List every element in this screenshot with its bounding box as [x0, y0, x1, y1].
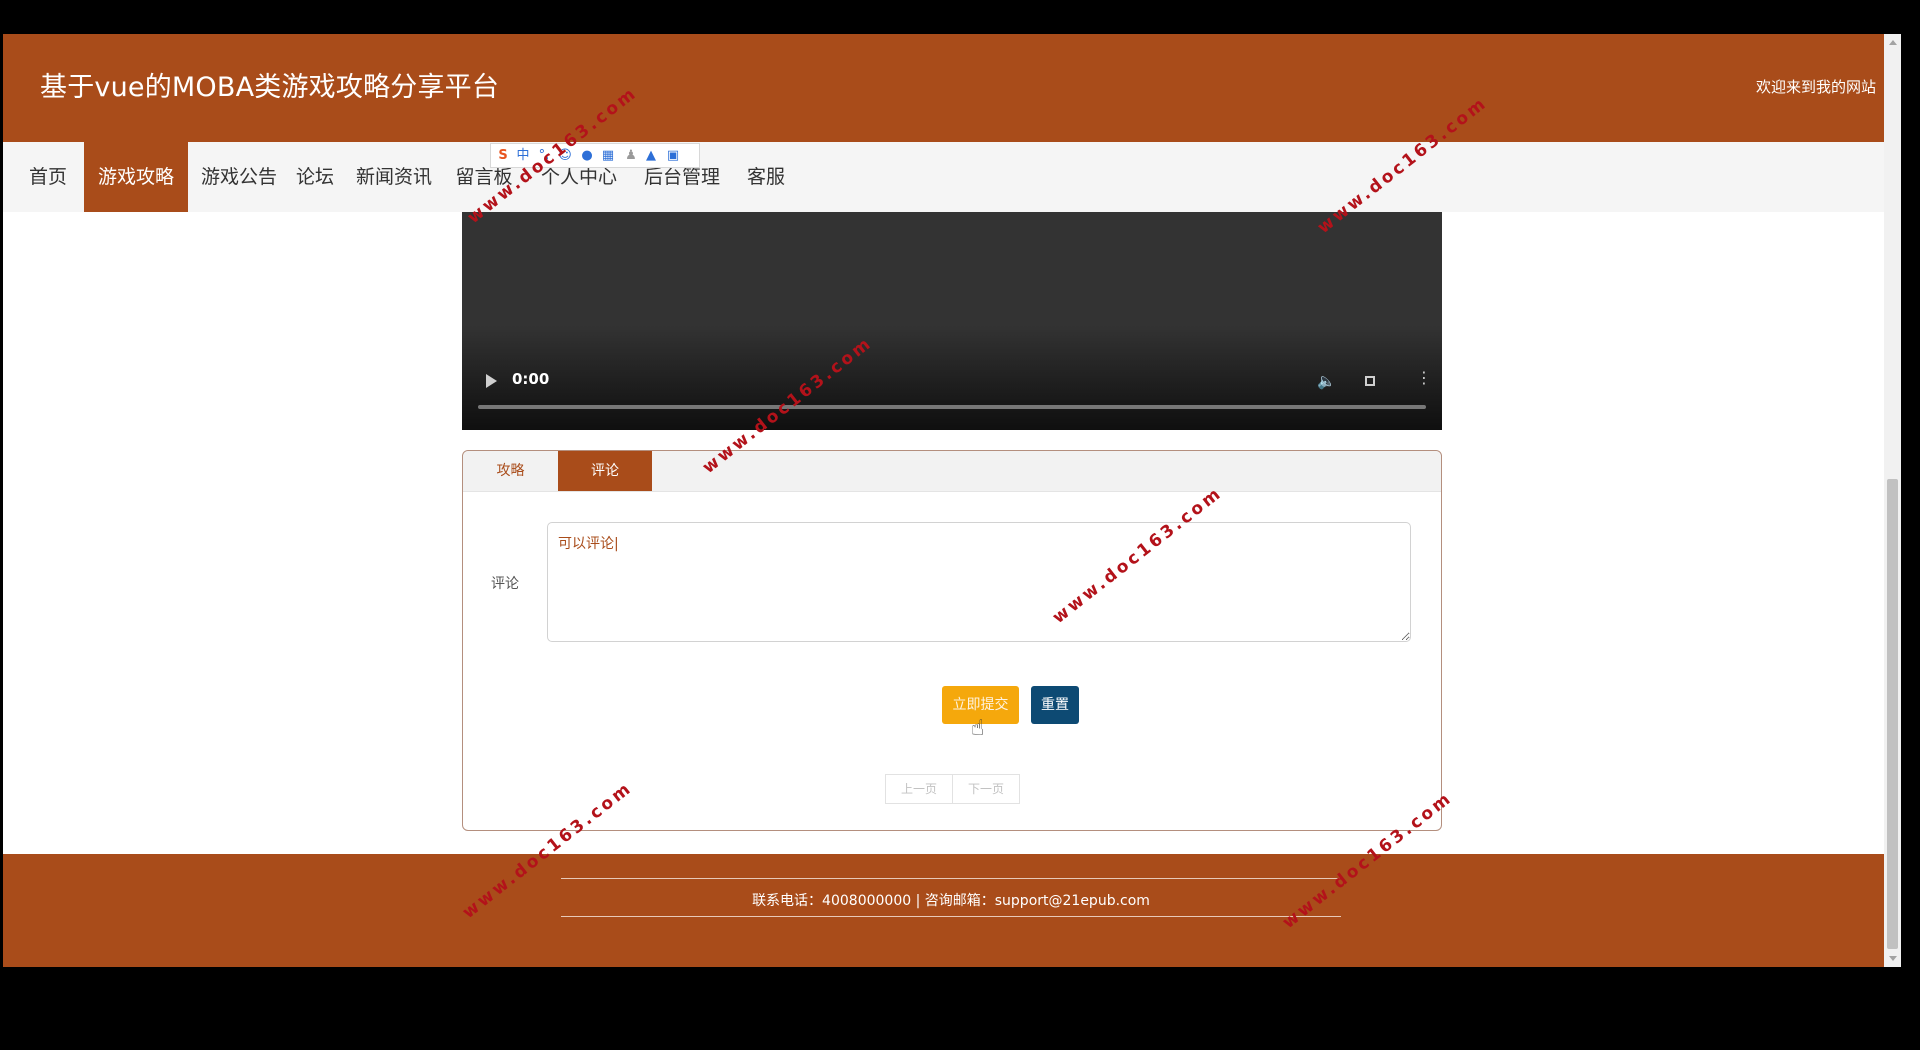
emoji-icon[interactable]: ☺ [557, 147, 573, 165]
comment-input[interactable] [547, 522, 1411, 642]
pagination: 上一页 下一页 [885, 774, 1020, 804]
site-footer: 联系电话：4008000000 | 咨询邮箱：support@21epub.co… [3, 854, 1901, 967]
punctuation-toggle[interactable]: °, [535, 147, 553, 165]
scroll-down-icon[interactable] [1889, 956, 1897, 961]
keyboard-icon[interactable]: ▦ [599, 147, 617, 165]
browser-viewport: 基于vue的MOBA类游戏攻略分享平台 欢迎来到我的网站 首页 游戏攻略 游戏公… [3, 34, 1901, 967]
ime-toolbar: S 中 °, ☺ ● ▦ ♟ ▲ ▣ [490, 143, 700, 168]
video-player[interactable]: 0:00 🔈 ⋮ [462, 212, 1442, 430]
nav-item-home[interactable]: 首页 [23, 142, 73, 212]
guide-detail-panel: 攻略 评论 评论 立即提交 重置 ☝ 上一页 下一页 [462, 450, 1442, 831]
user-icon[interactable]: ♟ [623, 147, 639, 165]
nav-item-forum[interactable]: 论坛 [292, 142, 338, 212]
tab-guide[interactable]: 攻略 [463, 451, 558, 491]
site-title: 基于vue的MOBA类游戏攻略分享平台 [40, 72, 500, 103]
main-nav: 首页 游戏攻略 游戏公告 论坛 新闻资讯 留言板 个人中心 后台管理 客服 [3, 142, 1901, 212]
microphone-icon[interactable]: ● [579, 147, 595, 165]
welcome-text: 欢迎来到我的网站 [1755, 78, 1876, 96]
nav-item-news[interactable]: 新闻资讯 [351, 142, 437, 212]
nav-item-game-notices[interactable]: 游戏公告 [196, 142, 282, 212]
play-icon[interactable] [486, 374, 497, 388]
prev-page-button[interactable]: 上一页 [886, 775, 952, 803]
hand-cursor-icon: ☝ [971, 716, 985, 741]
footer-divider-bottom [561, 916, 1341, 917]
comment-label: 评论 [491, 576, 519, 592]
more-options-icon[interactable]: ⋮ [1416, 370, 1432, 386]
site-header: 基于vue的MOBA类游戏攻略分享平台 欢迎来到我的网站 [3, 34, 1901, 142]
scroll-thumb[interactable] [1887, 479, 1898, 949]
fullscreen-icon[interactable] [1365, 376, 1375, 386]
skin-shirt-icon[interactable]: ▲ [643, 147, 659, 165]
tab-comments[interactable]: 评论 [558, 451, 652, 491]
scroll-up-icon[interactable] [1889, 40, 1897, 45]
detail-tabs: 攻略 评论 [463, 451, 1441, 492]
footer-contact: 联系电话：4008000000 | 咨询邮箱：support@21epub.co… [752, 893, 1150, 909]
volume-icon[interactable]: 🔈 [1317, 372, 1336, 390]
sogou-logo-icon[interactable]: S [495, 147, 511, 165]
nav-item-customer-service[interactable]: 客服 [743, 142, 789, 212]
grid-toolbox-icon[interactable]: ▣ [665, 147, 681, 165]
video-progress-bar[interactable] [478, 405, 1426, 409]
page-scrollbar[interactable] [1884, 34, 1901, 967]
reset-button[interactable]: 重置 [1031, 686, 1079, 724]
nav-item-game-guides[interactable]: 游戏攻略 [84, 142, 188, 212]
ime-mode-toggle[interactable]: 中 [515, 147, 531, 165]
video-time: 0:00 [512, 370, 550, 388]
next-page-button[interactable]: 下一页 [952, 775, 1019, 803]
footer-divider-top [561, 878, 1341, 879]
